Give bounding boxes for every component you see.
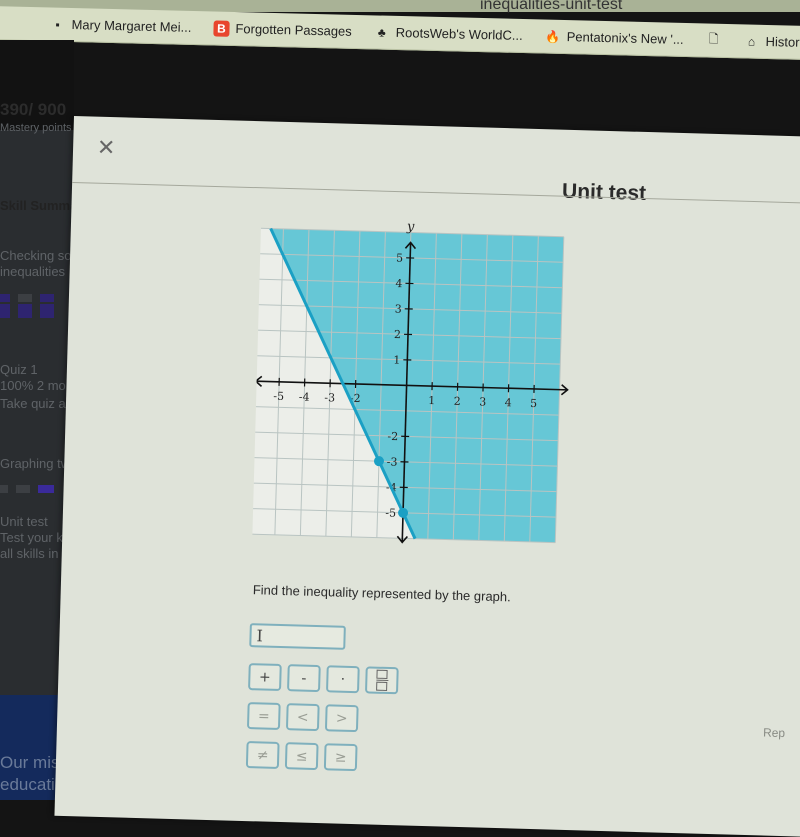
close-icon: ✕ (97, 135, 116, 161)
modal-title: Unit test (562, 180, 647, 206)
dot-key[interactable]: · (326, 665, 360, 693)
home-icon: ⌂ (743, 33, 759, 49)
mastery-bar (18, 304, 32, 318)
y-tick-label: 2 (394, 328, 401, 341)
y-tick-label: 1 (393, 354, 400, 367)
math-keypad: + - · = < > ≠ ≤ ≥ (246, 663, 399, 784)
skill-line-2: inequalities (0, 264, 65, 279)
bookmark-historic-elgin[interactable]: ⌂ Historic Elgin (743, 33, 800, 51)
blogger-icon: B (213, 20, 229, 36)
bookmark-label: Historic Elgin (765, 34, 800, 51)
bookmark-page[interactable]: 🗋 (705, 32, 721, 48)
bookmark-mary-margaret[interactable]: ▪ Mary Margaret Mei... (49, 16, 191, 35)
not-equal-key[interactable]: ≠ (246, 741, 280, 769)
bookmark-label: Pentatonix's New '... (567, 29, 684, 47)
quiz-score: 100% 2 mo (0, 378, 66, 393)
mastery-points: 390/ 900 (0, 100, 66, 120)
y-tick-label: -2 (387, 430, 398, 443)
report-problem-link[interactable]: Rep (763, 725, 785, 740)
greater-than-key[interactable]: > (325, 704, 359, 732)
tree-icon: ♣ (374, 24, 390, 40)
url-text: inequalities-unit-test (480, 0, 622, 14)
unit-test-modal: ✕ Unit test -5-4-3-21234554321-2-3-4-5xy… (54, 116, 800, 837)
bookmarks-bar: ▪ Mary Margaret Mei... B Forgotten Passa… (0, 6, 800, 60)
less-equal-key[interactable]: ≤ (285, 742, 319, 770)
greater-equal-key[interactable]: ≥ (324, 743, 358, 771)
bookmark-label: RootsWeb's WorldC... (396, 25, 523, 43)
x-tick-label: -3 (324, 391, 335, 404)
unit-test-link[interactable]: Unit test (0, 514, 48, 529)
page-icon: 🗋 (705, 32, 721, 48)
x-axis-label: x (577, 383, 581, 398)
mastery-bar (16, 485, 30, 493)
mastery-label: Mastery points (0, 122, 72, 134)
y-tick-label: 4 (395, 277, 402, 290)
less-than-key[interactable]: < (286, 703, 320, 731)
quiz-action[interactable]: Take quiz again (0, 396, 74, 411)
site-icon: ▪ (49, 16, 65, 32)
skill-summary-heading: Skill Summary (0, 198, 74, 213)
graphing-skill[interactable]: Graphing two-variable (0, 456, 74, 471)
mastery-bar (18, 294, 32, 302)
bookmark-forgotten-passages[interactable]: B Forgotten Passages (213, 20, 352, 39)
mastery-bar (0, 304, 10, 318)
fraction-key[interactable] (365, 666, 399, 694)
quiz-title[interactable]: Quiz 1 (0, 362, 38, 377)
y-axis-label: y (406, 219, 415, 234)
bookmark-label: Mary Margaret Mei... (71, 17, 191, 35)
header-divider (72, 182, 800, 204)
mastery-bar (38, 485, 54, 493)
inequality-graph: -5-4-3-21234554321-2-3-4-5xy (252, 211, 581, 555)
fraction-icon (376, 670, 389, 691)
mastery-bar (0, 485, 8, 493)
y-tick-label: 3 (395, 303, 402, 316)
x-tick-label: 3 (479, 395, 486, 408)
x-tick-label: 1 (428, 394, 435, 407)
x-tick-label: 4 (504, 396, 511, 409)
y-tick-label: -5 (385, 506, 396, 519)
bookmark-rootsweb[interactable]: ♣ RootsWeb's WorldC... (374, 24, 523, 44)
y-tick-label: 5 (396, 252, 403, 265)
x-tick-label: -4 (299, 390, 310, 403)
plus-key[interactable]: + (248, 663, 282, 691)
bookmark-pentatonix[interactable]: 🔥 Pentatonix's New '... (545, 28, 684, 47)
mastery-bar (40, 294, 54, 302)
equals-key[interactable]: = (247, 702, 281, 730)
y-tick-label: -3 (387, 455, 398, 468)
bookmark-label: Forgotten Passages (235, 21, 352, 39)
answer-input[interactable] (249, 623, 346, 650)
minus-key[interactable]: - (287, 664, 321, 692)
question-text: Find the inequality represented by the g… (253, 582, 511, 604)
x-tick-label: 5 (530, 397, 537, 410)
text-cursor-icon: I (256, 626, 263, 645)
x-tick-label: 2 (454, 395, 461, 408)
fire-icon: 🔥 (545, 28, 561, 44)
mastery-bar (40, 304, 54, 318)
close-button[interactable]: ✕ (95, 137, 118, 160)
mastery-bar (0, 294, 10, 302)
skill-line-1[interactable]: Checking solutions of (0, 248, 74, 263)
graph-svg: -5-4-3-21234554321-2-3-4-5xy (252, 211, 581, 550)
x-tick-label: -5 (273, 390, 284, 403)
